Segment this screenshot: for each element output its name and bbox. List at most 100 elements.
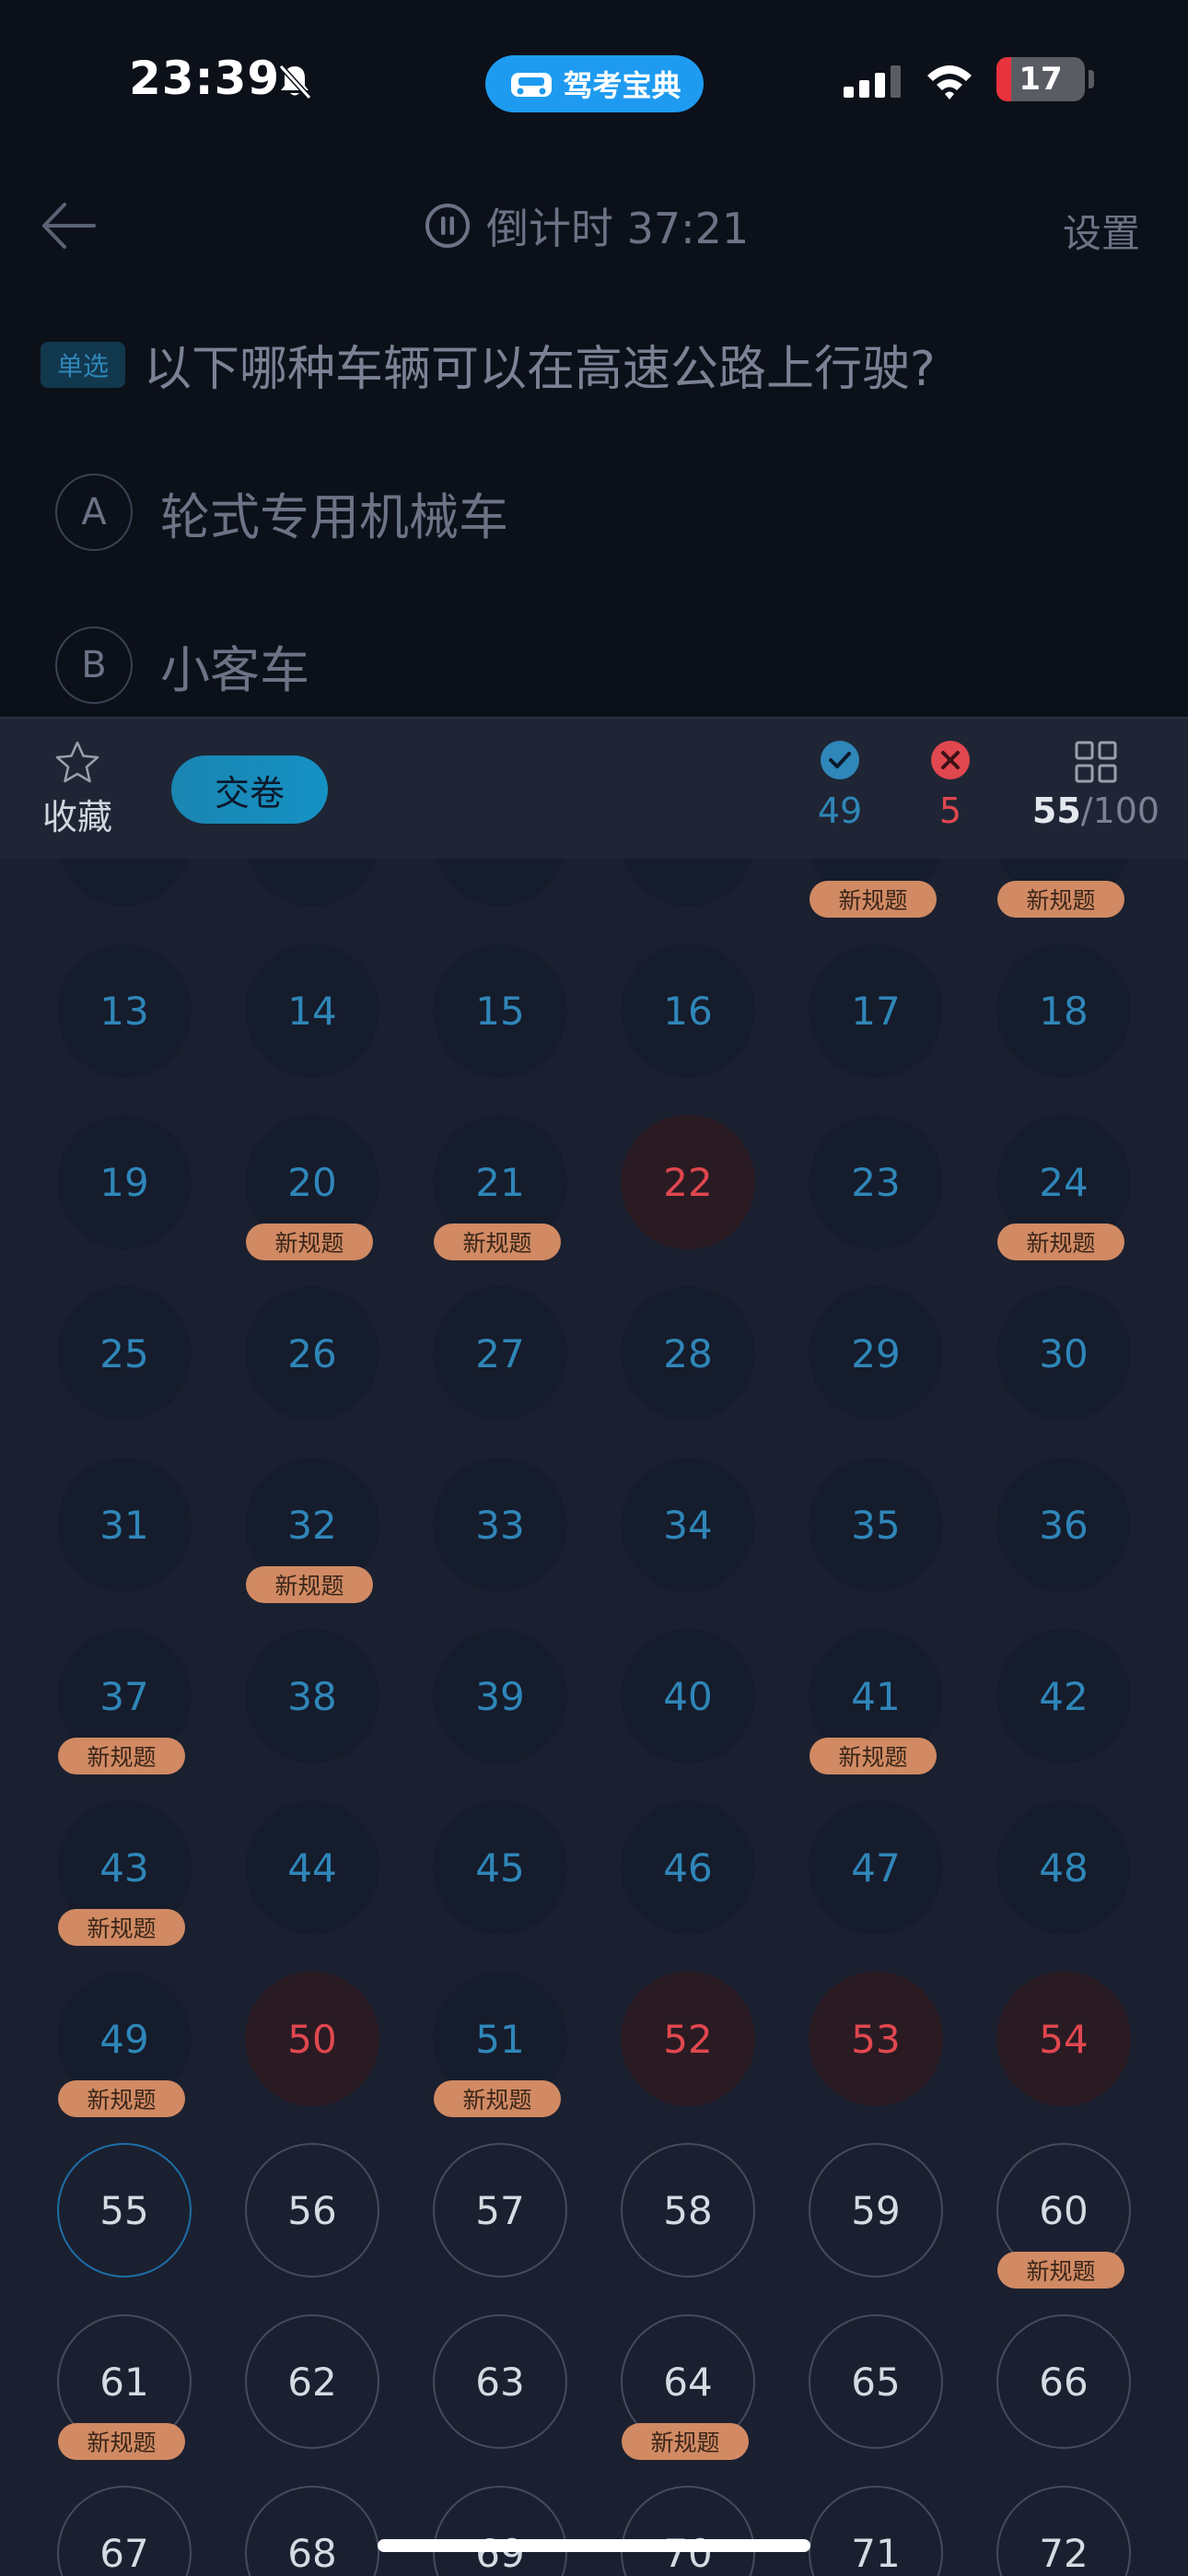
question-cell-43[interactable]: 43 新规题 bbox=[57, 1800, 192, 1946]
question-cell-64[interactable]: 64 新规题 bbox=[621, 2314, 755, 2460]
progress-toggle[interactable]: 55/100 bbox=[1022, 739, 1170, 831]
question-cell-28[interactable]: 28 bbox=[621, 1286, 755, 1421]
question-cell-21[interactable]: 21 新规题 bbox=[433, 1115, 567, 1260]
question-cell-29[interactable]: 29 bbox=[809, 1286, 943, 1421]
question-cell-47[interactable]: 47 bbox=[809, 1800, 943, 1935]
question-number: 63 bbox=[433, 2314, 567, 2449]
new-rule-tag: 新规题 bbox=[58, 2080, 185, 2117]
question-cell-57[interactable]: 57 bbox=[433, 2143, 567, 2277]
question-cell-31[interactable]: 31 bbox=[57, 1458, 192, 1592]
question-cell-39[interactable]: 39 bbox=[433, 1629, 567, 1763]
question-cell-22[interactable]: 22 bbox=[621, 1115, 755, 1249]
question-cell-56[interactable]: 56 bbox=[245, 2143, 379, 2277]
question-cell-partial[interactable]: 新规题 bbox=[996, 859, 1131, 918]
question-number: 30 bbox=[996, 1286, 1131, 1421]
question-cell-52[interactable]: 52 bbox=[621, 1972, 755, 2106]
home-indicator[interactable] bbox=[378, 2539, 810, 2552]
question-cell-66[interactable]: 66 bbox=[996, 2314, 1131, 2449]
question-cell-15[interactable]: 15 bbox=[433, 943, 567, 1078]
question-cell-49[interactable]: 49 新规题 bbox=[57, 1972, 192, 2117]
question-cell-46[interactable]: 46 bbox=[621, 1800, 755, 1935]
countdown-timer[interactable]: 倒计时 37:21 bbox=[424, 195, 749, 256]
question-number: 39 bbox=[433, 1629, 567, 1763]
question-circle bbox=[433, 859, 567, 907]
question-cell-26[interactable]: 26 bbox=[245, 1286, 379, 1421]
settings-button[interactable]: 设置 bbox=[1063, 203, 1140, 259]
question-cell-50[interactable]: 50 bbox=[245, 1972, 379, 2106]
question-cell-partial[interactable] bbox=[433, 859, 567, 907]
question-cell-25[interactable]: 25 bbox=[57, 1286, 192, 1421]
app-return-pill[interactable]: 驾考宝典 bbox=[485, 55, 704, 112]
question-cell-54[interactable]: 54 bbox=[996, 1972, 1131, 2106]
option-b[interactable]: B 小客车 bbox=[55, 626, 309, 704]
question-cell-34[interactable]: 34 bbox=[621, 1458, 755, 1592]
question-number: 29 bbox=[809, 1286, 943, 1421]
question-cell-61[interactable]: 61 新规题 bbox=[57, 2314, 192, 2460]
question-cell-partial[interactable] bbox=[57, 859, 192, 907]
arrow-left-icon[interactable] bbox=[37, 193, 101, 258]
x-circle-icon bbox=[931, 741, 970, 779]
favorite-button[interactable]: 收藏 bbox=[41, 739, 114, 839]
new-rule-tag: 新规题 bbox=[434, 2080, 561, 2117]
question-cell-58[interactable]: 58 bbox=[621, 2143, 755, 2277]
question-cell-68[interactable]: 68 bbox=[245, 2486, 379, 2576]
answer-sheet-header: 收藏 交卷 49 5 55/100 bbox=[0, 717, 1188, 859]
question-cell-27[interactable]: 27 bbox=[433, 1286, 567, 1421]
question-number: 14 bbox=[245, 943, 379, 1078]
question-cell-17[interactable]: 17 bbox=[809, 943, 943, 1078]
progress-text: 55/100 bbox=[1032, 790, 1159, 831]
question-cell-41[interactable]: 41 新规题 bbox=[809, 1629, 943, 1774]
question-cell-55[interactable]: 55 bbox=[57, 2143, 192, 2277]
question-cell-45[interactable]: 45 bbox=[433, 1800, 567, 1935]
question-cell-65[interactable]: 65 bbox=[809, 2314, 943, 2449]
question-cell-23[interactable]: 23 bbox=[809, 1115, 943, 1249]
question-cell-24[interactable]: 24 新规题 bbox=[996, 1115, 1131, 1260]
question-cell-37[interactable]: 37 新规题 bbox=[57, 1629, 192, 1774]
question-number: 26 bbox=[245, 1286, 379, 1421]
question-cell-16[interactable]: 16 bbox=[621, 943, 755, 1078]
question-cell-33[interactable]: 33 bbox=[433, 1458, 567, 1592]
question-cell-19[interactable]: 19 bbox=[57, 1115, 192, 1249]
question-cell-36[interactable]: 36 bbox=[996, 1458, 1131, 1592]
question-cell-44[interactable]: 44 bbox=[245, 1800, 379, 1935]
question-cell-63[interactable]: 63 bbox=[433, 2314, 567, 2449]
question-cell-18[interactable]: 18 bbox=[996, 943, 1131, 1078]
progress-separator: / bbox=[1080, 790, 1093, 831]
question-cell-42[interactable]: 42 bbox=[996, 1629, 1131, 1763]
question-cell-70[interactable]: 70 bbox=[621, 2486, 755, 2576]
question-cell-53[interactable]: 53 bbox=[809, 1972, 943, 2106]
option-a[interactable]: A 轮式专用机械车 bbox=[55, 474, 508, 551]
question-cell-30[interactable]: 30 bbox=[996, 1286, 1131, 1421]
question-cell-14[interactable]: 14 bbox=[245, 943, 379, 1078]
question-cell-35[interactable]: 35 bbox=[809, 1458, 943, 1592]
progress-total: 100 bbox=[1092, 790, 1160, 831]
question-cell-40[interactable]: 40 bbox=[621, 1629, 755, 1763]
question-number: 66 bbox=[996, 2314, 1131, 2449]
question-cell-partial[interactable]: 新规题 bbox=[809, 859, 943, 918]
question-cell-72[interactable]: 72 bbox=[996, 2486, 1131, 2576]
question-cell-13[interactable]: 13 bbox=[57, 943, 192, 1078]
question-cell-38[interactable]: 38 bbox=[245, 1629, 379, 1763]
question-number: 54 bbox=[996, 1972, 1131, 2106]
question-cell-32[interactable]: 32 新规题 bbox=[245, 1458, 379, 1603]
question-cell-partial[interactable] bbox=[245, 859, 379, 907]
question-cell-51[interactable]: 51 新规题 bbox=[433, 1972, 567, 2117]
check-circle-icon bbox=[821, 741, 859, 779]
question-cell-48[interactable]: 48 bbox=[996, 1800, 1131, 1935]
question-number: 72 bbox=[996, 2486, 1131, 2576]
question-cell-20[interactable]: 20 新规题 bbox=[245, 1115, 379, 1260]
status-bar: 23:39 驾考宝典 17 bbox=[0, 0, 1188, 157]
question-cell-60[interactable]: 60 新规题 bbox=[996, 2143, 1131, 2289]
question-cell-59[interactable]: 59 bbox=[809, 2143, 943, 2277]
submit-exam-button[interactable]: 交卷 bbox=[171, 755, 328, 824]
question-cell-67[interactable]: 67 bbox=[57, 2486, 192, 2576]
question-cell-71[interactable]: 71 bbox=[809, 2486, 943, 2576]
status-time: 23:39 bbox=[129, 52, 281, 105]
question-number: 31 bbox=[57, 1458, 192, 1592]
question-cell-69[interactable]: 69 bbox=[433, 2486, 567, 2576]
favorite-label: 收藏 bbox=[41, 797, 112, 837]
question-number: 22 bbox=[621, 1115, 755, 1249]
question-cell-partial[interactable] bbox=[621, 859, 755, 907]
question-cell-62[interactable]: 62 bbox=[245, 2314, 379, 2449]
question-grid-scroll[interactable]: 新规题 新规题 13 14 15 16 17 18 19 20 新规题 21 新规题 22 23 24 新规题 2… bbox=[0, 859, 1188, 2576]
